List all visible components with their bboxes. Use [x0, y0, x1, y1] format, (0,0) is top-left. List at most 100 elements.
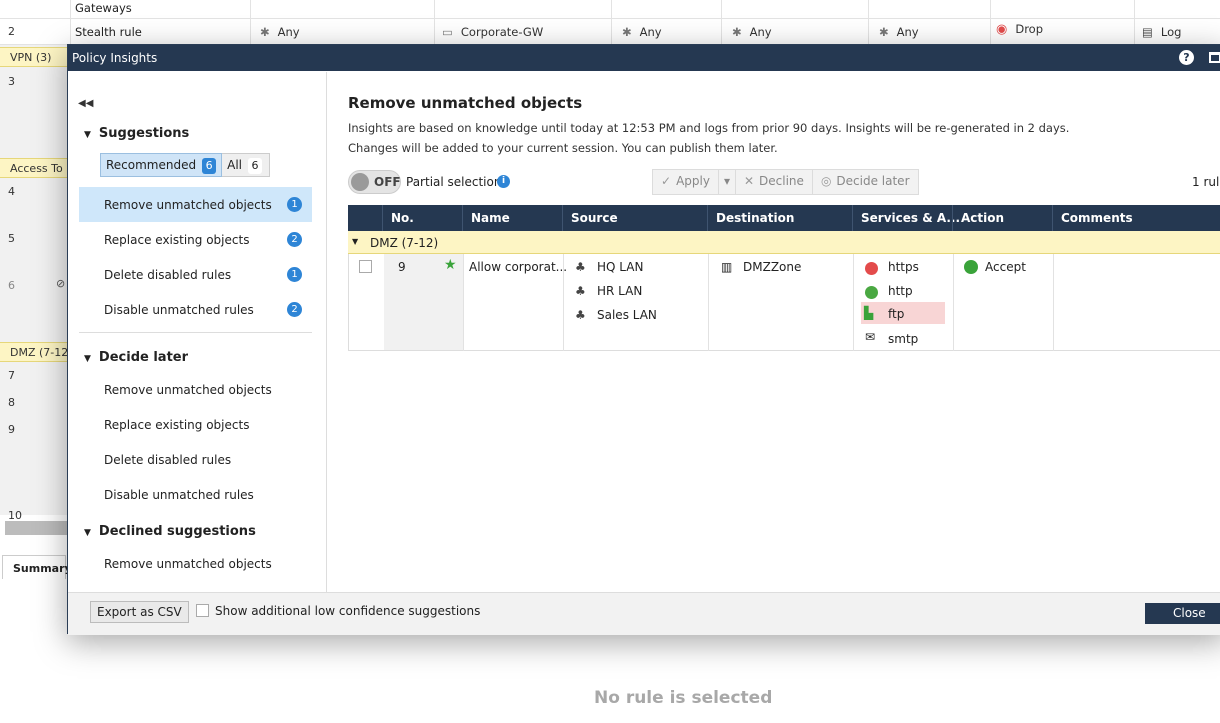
check-icon: ✓ [661, 174, 672, 188]
column-divider [853, 254, 854, 351]
column-divider [707, 205, 708, 231]
rule-number: 5 [8, 232, 15, 245]
grid-section-dmz[interactable]: ▼ DMZ (7-12) [348, 231, 1220, 254]
https-service-icon [865, 262, 878, 275]
network-icon: ♣ [575, 260, 586, 274]
low-confidence-checkbox[interactable] [196, 604, 209, 617]
source-item: ♣ HQ LAN [575, 260, 644, 274]
action-value: Accept [985, 260, 1026, 274]
column-divider [1052, 205, 1053, 231]
count-badge: 1 [287, 267, 302, 282]
horizontal-scrollbar[interactable] [5, 521, 67, 535]
column-divider [70, 0, 71, 45]
help-icon[interactable]: ? [1179, 50, 1194, 65]
declined-item[interactable]: Remove unmatched objects [104, 557, 272, 571]
gateway-icon: ▭ [442, 25, 453, 39]
group-suggestions[interactable]: ▼ Suggestions [84, 126, 189, 141]
source-item: ♣ Sales LAN [575, 308, 657, 322]
decide-later-item[interactable]: Remove unmatched objects [104, 383, 272, 397]
column-header-action[interactable]: Action [961, 211, 1004, 225]
row-checkbox[interactable] [359, 260, 372, 273]
any-icon: ✱ [260, 25, 270, 39]
service-item: ftp [888, 307, 905, 321]
count-badge: 2 [287, 302, 302, 317]
rule-row-stealth[interactable]: 2 Stealth rule ✱ Any ▭ Corporate-GW ✱ Any ✱… [0, 19, 1220, 45]
partial-selection-label: Partial selection [406, 175, 502, 189]
column-divider [382, 205, 383, 231]
detail-title: Remove unmatched objects [348, 94, 583, 112]
tab-summary[interactable]: Summary [2, 555, 72, 579]
rule-number: 8 [8, 396, 15, 409]
rule-number: 3 [8, 75, 15, 88]
apply-dropdown-button[interactable]: ▾ [719, 170, 736, 194]
column-divider [721, 0, 722, 45]
drop-icon: ◉ [996, 22, 1008, 37]
tab-recommended[interactable]: Recommended 6 [100, 153, 223, 177]
column-divider [868, 0, 869, 45]
decide-later-button[interactable]: ◎ Decide later [813, 170, 918, 194]
chevron-down-icon: ▾ [723, 174, 730, 188]
service-item: https [888, 260, 919, 274]
column-divider [434, 0, 435, 45]
rule-source-cell: ✱ Any [260, 25, 300, 39]
decide-later-item[interactable]: Disable unmatched rules [104, 488, 254, 502]
rule-action-cell: ◉ Drop [996, 22, 1044, 37]
suggestion-disable-unmatched-rules[interactable]: Disable unmatched rules 2 [79, 292, 312, 327]
decide-later-item[interactable]: Delete disabled rules [104, 453, 231, 467]
column-header-name[interactable]: Name [471, 211, 510, 225]
column-divider [708, 254, 709, 351]
any-icon: ✱ [879, 25, 889, 39]
column-header-services[interactable]: Services & A... [861, 211, 960, 225]
rule-track-cell: ▤ Log [1142, 25, 1182, 39]
maximize-icon[interactable] [1209, 52, 1220, 63]
group-decide-later[interactable]: ▼ Decide later [84, 350, 188, 365]
suggestion-delete-disabled-rules[interactable]: Delete disabled rules 1 [79, 257, 312, 292]
rule-vpn-cell: ✱ Any [622, 25, 662, 39]
column-header-destination[interactable]: Destination [716, 211, 794, 225]
suggestion-remove-unmatched-objects[interactable]: Remove unmatched objects 1 [79, 187, 312, 222]
dialog-footer: Export as CSV Show additional low confid… [68, 592, 1220, 635]
column-header-no[interactable]: No. [391, 211, 414, 225]
rule-number: 7 [8, 369, 15, 382]
any-icon: ✱ [732, 25, 742, 39]
any-icon: ✱ [622, 25, 632, 39]
decide-later-item[interactable]: Replace existing objects [104, 418, 249, 432]
group-declined[interactable]: ▼ Declined suggestions [84, 524, 256, 539]
partial-selection-toggle[interactable]: OFF [348, 170, 401, 194]
collapse-panel-icon[interactable]: ◀◀ [78, 98, 93, 109]
column-divider [1053, 254, 1054, 351]
no-rule-selected-text: No rule is selected [594, 688, 773, 708]
info-icon[interactable]: i [497, 175, 510, 188]
dialog-title-bar[interactable]: Policy Insights ? [68, 45, 1220, 71]
star-icon: ★ [444, 257, 457, 273]
insights-info-text: Insights are based on knowledge until to… [348, 121, 1070, 135]
suggestion-replace-existing-objects[interactable]: Replace existing objects 2 [79, 222, 312, 257]
low-confidence-label: Show additional low confidence suggestio… [215, 604, 481, 618]
rule-number: 4 [8, 185, 15, 198]
rule-number: 9 [398, 260, 406, 274]
network-icon: ♣ [575, 308, 586, 322]
column-divider [462, 205, 463, 231]
tab-all[interactable]: All 6 [222, 153, 270, 177]
close-button[interactable]: Close [1145, 603, 1220, 624]
mail-icon: ✉ [865, 330, 876, 344]
grid-header: No. Name Source Destination Services & A… [348, 205, 1220, 231]
count-badge: 2 [287, 232, 302, 247]
rule-number: 6 [8, 279, 15, 292]
ftp-service-icon: ▙ [864, 306, 874, 320]
export-csv-button[interactable]: Export as CSV [90, 601, 189, 623]
apply-button[interactable]: ✓ Apply [653, 170, 719, 194]
table-row[interactable]: 9 ★ Allow corporat... ♣ HQ LAN ♣ HR LAN ♣ S… [348, 254, 1220, 351]
divider [79, 332, 312, 333]
column-divider [463, 254, 464, 351]
column-header-comments[interactable]: Comments [1061, 211, 1133, 225]
rule-name: Stealth rule [75, 25, 142, 39]
clock-icon: ◎ [820, 174, 832, 188]
destination-item: ▥ DMZZone [721, 260, 802, 274]
rule-name: Gateways [75, 1, 132, 15]
decline-button[interactable]: ✕ Decline [736, 170, 813, 194]
rules-count-text: 1 rule [1192, 175, 1220, 189]
column-header-source[interactable]: Source [571, 211, 618, 225]
rule-row-gateways[interactable]: Gateways [0, 0, 1220, 19]
column-divider [990, 0, 991, 45]
